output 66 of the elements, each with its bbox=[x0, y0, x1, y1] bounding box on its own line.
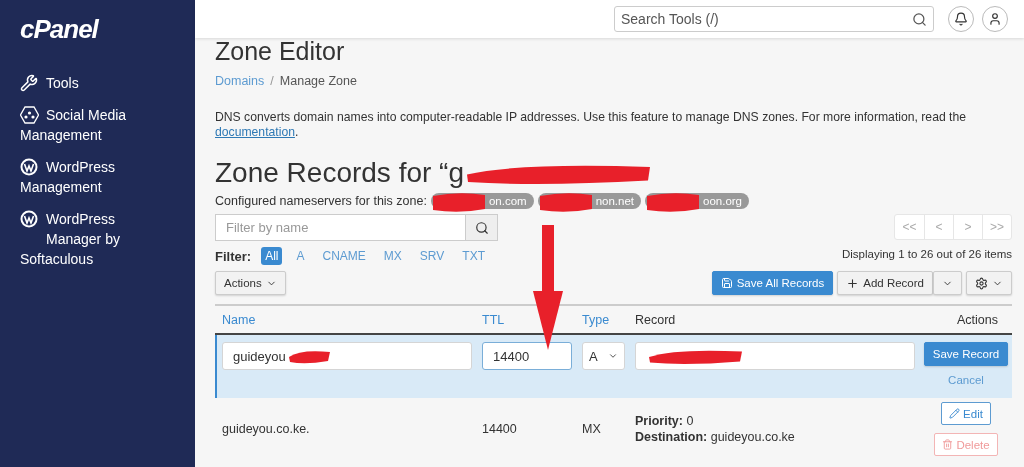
sidebar-item[interactable]: WordPress Management bbox=[20, 157, 195, 197]
pagination-button[interactable]: >> bbox=[982, 215, 1011, 239]
sortable-column-header[interactable]: Type bbox=[575, 312, 628, 327]
user-icon bbox=[988, 12, 1002, 26]
sidebar-item[interactable]: Tools bbox=[20, 73, 195, 93]
bell-icon bbox=[954, 12, 968, 26]
sidebar-item[interactable]: WordPress Manager by Softaculous bbox=[20, 209, 195, 269]
pagination-button[interactable]: < bbox=[924, 215, 953, 239]
breadcrumb-link[interactable]: Domains bbox=[215, 74, 265, 88]
chevron-icon bbox=[608, 351, 618, 361]
filter-type-tab[interactable]: A bbox=[292, 247, 309, 265]
filter-type-tab[interactable]: SRV bbox=[415, 247, 449, 265]
cpanel-logo[interactable]: cPanel bbox=[20, 14, 195, 45]
hexagon-network-icon bbox=[20, 106, 39, 124]
edit-button[interactable]: Edit bbox=[941, 402, 991, 425]
pagination-button[interactable]: << bbox=[895, 215, 924, 239]
cancel-link[interactable]: Cancel bbox=[948, 374, 984, 386]
gear-icon bbox=[975, 276, 988, 290]
zone-heading: Zone Records for “g bbox=[215, 157, 464, 189]
pagination-button[interactable]: > bbox=[953, 215, 982, 239]
settings-button[interactable] bbox=[966, 271, 1012, 295]
pagination-summary: Displaying 1 to 26 out of 26 items bbox=[841, 248, 1012, 260]
save-record-button[interactable]: Save Record bbox=[923, 342, 1009, 366]
search-field[interactable]: Search Tools (/) bbox=[614, 6, 934, 32]
trash-icon bbox=[942, 439, 954, 450]
description: DNS converts domain names into computer-readable IP addresses. Use this feature to manage DNS zones. For more information, read the documentation. bbox=[215, 110, 968, 140]
save-all-button[interactable]: Save All Records bbox=[711, 271, 834, 295]
delete-button[interactable]: Delete bbox=[934, 433, 998, 456]
name-input[interactable]: guideyou bbox=[222, 342, 472, 370]
sidebar-item[interactable]: Social Media Management bbox=[20, 105, 195, 145]
filter-field[interactable]: Filter by name bbox=[215, 214, 466, 241]
wordpress-icon bbox=[20, 158, 38, 176]
nameserver-badge: oon.org bbox=[645, 193, 750, 209]
ttl-input[interactable]: 14400 bbox=[482, 342, 572, 370]
sortable-column-header[interactable]: TTL bbox=[475, 312, 575, 327]
record-input[interactable] bbox=[635, 342, 915, 370]
search-icon bbox=[474, 220, 489, 235]
filter-type-tab[interactable]: All bbox=[261, 247, 283, 265]
filter-type-tab[interactable]: CNAME bbox=[318, 247, 370, 265]
nameservers-label: Configured nameservers for this zone: bbox=[215, 194, 427, 208]
search-icon bbox=[912, 11, 927, 27]
nameserver-badge: non.net bbox=[537, 193, 641, 209]
filter-type-tab[interactable]: TXT bbox=[458, 247, 489, 265]
record-detail: Destination: guideyou.co.ke bbox=[635, 430, 796, 444]
search-button[interactable] bbox=[466, 214, 498, 241]
table-cell-text: guideyou.co.ke. bbox=[221, 422, 311, 436]
sortable-column-header[interactable]: Name bbox=[215, 312, 475, 327]
nameserver-badge: on.com bbox=[430, 193, 534, 209]
table-cell-text: 14400 bbox=[481, 422, 518, 436]
filter-label: Filter: bbox=[215, 248, 252, 264]
add-record-button[interactable]: Add Record bbox=[837, 271, 933, 295]
record-detail: Priority: 0 bbox=[635, 414, 695, 428]
wordpress-icon bbox=[20, 210, 38, 228]
breadcrumb-current: Manage Zone bbox=[279, 74, 357, 88]
table-cell-text: MX bbox=[581, 422, 602, 436]
column-header: Record bbox=[634, 312, 677, 327]
breadcrumb-separator: / bbox=[270, 74, 274, 88]
column-header: Actions bbox=[956, 312, 999, 327]
page-title: Zone Editor bbox=[215, 37, 346, 66]
filter-type-tab[interactable]: MX bbox=[379, 247, 406, 265]
pencil-icon bbox=[949, 408, 961, 419]
documentation-link[interactable]: documentation bbox=[215, 125, 295, 139]
type-select[interactable]: A bbox=[582, 342, 625, 370]
wrench-icon bbox=[20, 74, 38, 92]
actions-button[interactable]: Actions bbox=[215, 271, 286, 295]
plus-icon bbox=[846, 276, 860, 290]
